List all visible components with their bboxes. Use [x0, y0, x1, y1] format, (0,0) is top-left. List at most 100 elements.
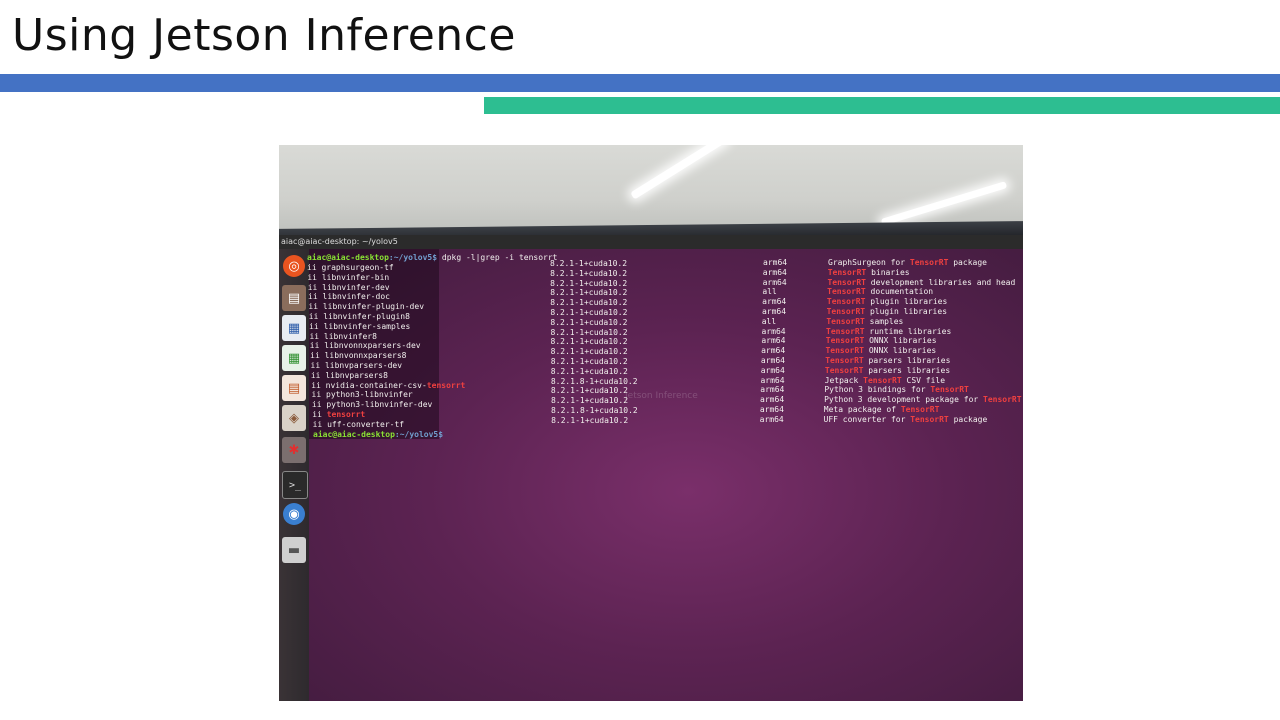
package-version: 8.2.1-1+cuda10.2 — [550, 366, 628, 376]
package-status: ii — [310, 361, 321, 370]
software-icon[interactable]: ◈ — [282, 405, 306, 431]
terminal-icon[interactable]: >_ — [282, 471, 308, 499]
package-name: ii libnvinfer-plugin8 — [309, 312, 410, 321]
writer-icon[interactable]: ▦ — [282, 315, 306, 341]
description-text: binaries — [866, 267, 910, 277]
description-highlight: TensorRT — [824, 365, 864, 375]
package-name-text: libnvonnxparsers-dev — [324, 341, 421, 351]
description-text: parsers libraries — [863, 365, 951, 375]
package-status: ii — [308, 292, 318, 302]
package-version: 8.2.1-1+cuda10.2 — [550, 308, 628, 317]
package-name: ii uff-converter-tf — [313, 420, 405, 429]
package-version: 8.2.1-1+cuda10.2 — [550, 386, 628, 396]
package-version: 8.2.1-1+cuda10.2 — [550, 357, 628, 366]
files-icon[interactable]: ▤ — [282, 285, 306, 311]
description-highlight: TensorRT — [825, 336, 865, 346]
package-description: TensorRT ONNX libraries — [826, 336, 937, 345]
package-description: TensorRT ONNX libraries — [825, 346, 936, 355]
package-description: GraphSurgeon for TensorRT package — [828, 258, 987, 267]
package-description: Meta package of TensorRT — [824, 405, 940, 414]
package-name: ii libnvonnxparsers8 — [310, 351, 406, 360]
ubuntu-icon[interactable]: ◎ — [283, 255, 305, 277]
chromium-icon[interactable]: ◉ — [283, 503, 305, 525]
package-name-text: libnvinfer-plugin-dev — [322, 302, 425, 312]
package-name-text: libnvonnxparsers8 — [324, 351, 407, 361]
package-name: ii libnvinfer8 — [309, 332, 376, 341]
description-highlight: TensorRT — [827, 277, 866, 287]
settings-icon[interactable]: ✱ — [282, 437, 306, 463]
package-arch: arm64 — [760, 395, 785, 405]
package-status: ii — [308, 312, 319, 321]
package-arch: arm64 — [762, 267, 787, 277]
description-text: documentation — [865, 287, 934, 297]
package-arch: arm64 — [762, 297, 787, 307]
description-text: GraphSurgeon for — [828, 258, 910, 267]
package-version: 8.2.1-1+cuda10.2 — [550, 268, 628, 278]
package-name-highlight: tensorrt — [426, 380, 466, 390]
package-name-text: libnvparsers-dev — [324, 361, 403, 370]
package-status: ii — [308, 302, 319, 312]
description-highlight: TensorRT — [930, 385, 969, 395]
package-arch: arm64 — [759, 414, 784, 424]
prompt-path: :~/yolov5$ — [388, 253, 438, 262]
package-name-text: uff-converter-tf — [327, 419, 405, 429]
description-highlight: TensorRT — [863, 375, 902, 385]
package-status: ii — [312, 419, 323, 429]
package-arch: arm64 — [760, 365, 785, 375]
description-highlight: TensorRT — [826, 297, 866, 307]
impress-icon[interactable]: ▤ — [282, 375, 306, 401]
description-highlight: TensorRT — [900, 405, 940, 414]
package-status: ii — [311, 400, 322, 410]
package-status: ii — [312, 410, 322, 419]
calc-icon[interactable]: ▦ — [282, 345, 306, 371]
package-name: ii tensorrt — [312, 410, 365, 419]
package-description: UFF converter for TensorRT package — [824, 415, 988, 424]
description-text: Meta package of — [823, 405, 901, 414]
package-version: 8.2.1-1+cuda10.2 — [550, 278, 628, 288]
description-text: Python 3 bindings for — [824, 385, 931, 395]
description-highlight: TensorRT — [826, 316, 865, 326]
terminal-photo: aiac@aiac-desktop: ~/yolov5 ◎ ▤ ▦ ▦ ▤ ◈ … — [279, 145, 1023, 701]
package-name-text: libnvinfer-samples — [323, 321, 411, 331]
package-name: ii graphsurgeon-tf — [307, 263, 394, 272]
package-name: ii libnvinfer-samples — [309, 322, 410, 331]
package-version: 8.2.1.8-1+cuda10.2 — [551, 406, 638, 415]
package-name: ii python3-libnvinfer — [312, 390, 413, 399]
package-description: TensorRT parsers libraries — [825, 356, 950, 365]
command-text: dpkg -l|grep -i tensorrt — [437, 253, 558, 262]
package-description: Python 3 development package for TensorR… — [824, 395, 1021, 404]
unity-launcher: ◎ ▤ ▦ ▦ ▤ ◈ ✱ >_ ◉ ▬ — [279, 249, 309, 701]
package-arch: arm64 — [761, 346, 786, 356]
package-arch: arm64 — [763, 258, 788, 267]
package-name: ii nvidia-container-csv-tensorrt — [311, 381, 465, 390]
drive-icon[interactable]: ▬ — [282, 537, 306, 563]
package-name-text: libnvinfer-plugin8 — [323, 312, 410, 321]
package-name-text: python3-libnvinfer — [326, 390, 413, 400]
description-text: ONNX libraries — [864, 336, 937, 346]
package-name-text: libnvinfer8 — [323, 331, 377, 341]
slide-title: Using Jetson Inference — [12, 10, 516, 61]
package-version: 8.2.1-1+cuda10.2 — [550, 259, 628, 268]
package-version: 8.2.1-1+cuda10.2 — [550, 317, 628, 327]
description-text: samples — [864, 316, 904, 326]
description-text: package — [948, 414, 988, 424]
description-highlight: TensorRT — [826, 326, 865, 336]
package-version: 8.2.1-1+cuda10.2 — [550, 298, 628, 308]
description-highlight: TensorRT — [827, 267, 867, 277]
description-text: plugin libraries — [865, 297, 948, 307]
package-name: ii libnvinfer-dev — [308, 283, 390, 292]
package-status: ii — [307, 282, 318, 292]
package-description: TensorRT plugin libraries — [827, 297, 947, 306]
package-name-text: libnvinfer-doc — [322, 292, 390, 302]
package-name-highlight: tensorrt — [326, 410, 366, 419]
package-name: ii libnvparsers-dev — [311, 361, 403, 370]
package-version: 8.2.1.8-1+cuda10.2 — [550, 376, 638, 386]
package-arch: arm64 — [760, 385, 785, 395]
package-description: TensorRT samples — [826, 317, 903, 326]
package-description: TensorRT runtime libraries — [826, 327, 951, 336]
package-arch: arm64 — [759, 405, 784, 414]
description-text: UFF converter for — [823, 414, 911, 424]
description-highlight: TensorRT — [825, 346, 864, 356]
prompt-user: aiac@aiac-desktop — [307, 253, 389, 262]
package-name: ii libnvinfer-doc — [308, 292, 390, 301]
